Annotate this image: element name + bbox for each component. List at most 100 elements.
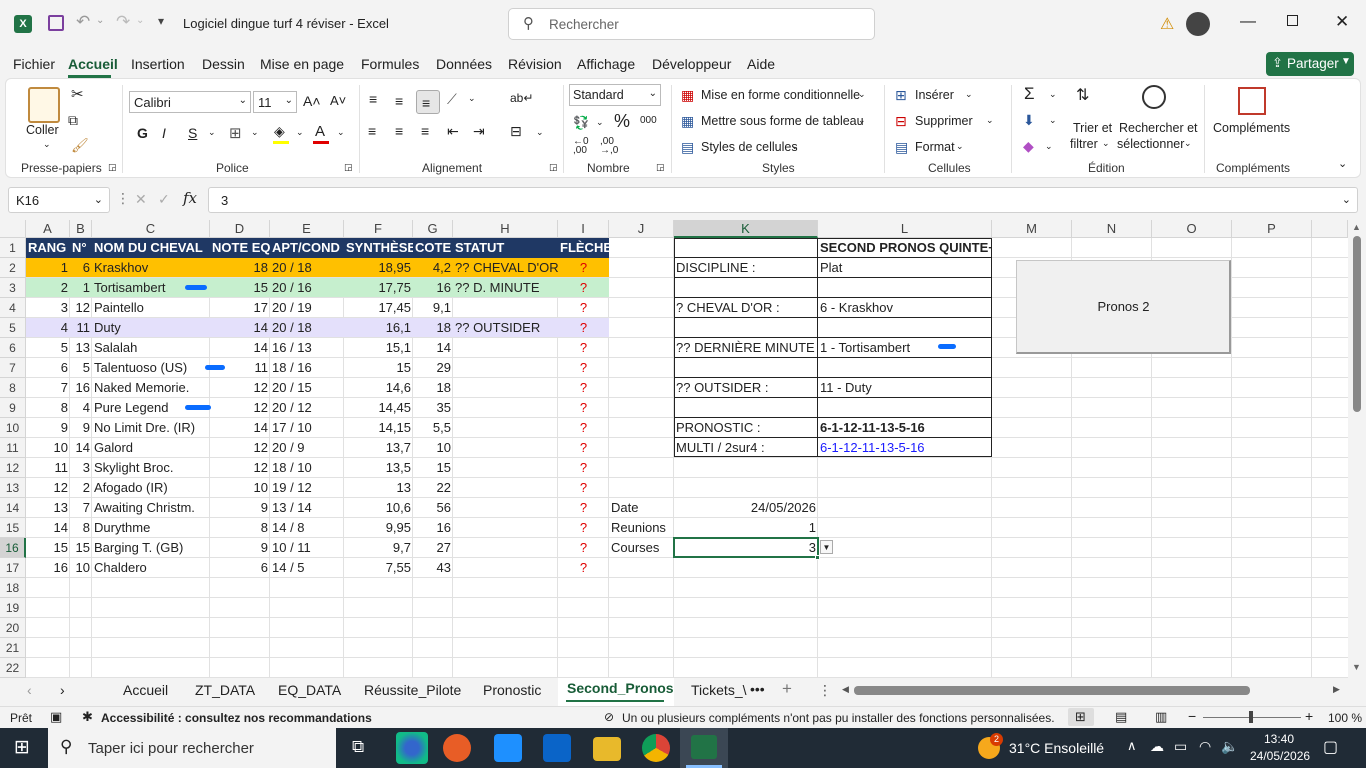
scroll-right-icon[interactable]: ▶ bbox=[1333, 684, 1340, 695]
pronos-prono-label[interactable]: PRONOSTIC : bbox=[674, 418, 818, 438]
increase-font-icon[interactable]: A˄ bbox=[303, 93, 321, 109]
chevron-down-icon[interactable]: ⌄ bbox=[596, 117, 604, 128]
row-header[interactable]: 18 bbox=[0, 578, 26, 598]
table-cell[interactable]: 20 / 12 bbox=[270, 398, 344, 418]
pronos-discipline-label[interactable]: DISCIPLINE : bbox=[674, 258, 818, 278]
table-cell[interactable]: 8 bbox=[210, 518, 270, 538]
chevron-down-icon[interactable]: ⌄ bbox=[296, 127, 304, 138]
conditional-format-icon[interactable]: ▦ bbox=[681, 87, 694, 104]
table-cell[interactable]: ? bbox=[558, 478, 609, 498]
table-cell[interactable]: ? bbox=[558, 418, 609, 438]
find-select-label-2[interactable]: sélectionner bbox=[1117, 137, 1184, 151]
table-cell[interactable]: 11 bbox=[70, 318, 92, 338]
col-header-o[interactable]: O bbox=[1152, 220, 1232, 238]
horse-name-cell[interactable]: Duty bbox=[92, 318, 210, 338]
header-cell-5[interactable]: APT/COND bbox=[270, 238, 344, 258]
windows-start-icon[interactable]: ⊞ bbox=[14, 736, 30, 759]
col-header-n[interactable]: N bbox=[1072, 220, 1152, 238]
header-cell-2[interactable]: N° bbox=[70, 238, 92, 258]
table-cell[interactable]: ? bbox=[558, 318, 609, 338]
expand-formula-icon[interactable]: ⌄ bbox=[1342, 193, 1351, 206]
col-header-d[interactable]: D bbox=[210, 220, 270, 238]
notifications-icon[interactable]: ▢ bbox=[1323, 737, 1338, 757]
table-cell[interactable]: 15 bbox=[344, 358, 413, 378]
row-header[interactable]: 6 bbox=[0, 338, 26, 358]
table-cell[interactable]: 9 bbox=[70, 418, 92, 438]
table-cell[interactable]: 13 / 14 bbox=[270, 498, 344, 518]
brave-icon[interactable] bbox=[443, 734, 471, 762]
table-cell[interactable]: ?? D. MINUTE bbox=[453, 278, 558, 298]
table-cell[interactable]: 27 bbox=[413, 538, 453, 558]
table-cell[interactable]: 10 bbox=[70, 558, 92, 578]
bold-icon[interactable]: G bbox=[137, 125, 148, 141]
chevron-down-icon[interactable]: ⌄ bbox=[1049, 89, 1057, 100]
table-cell[interactable]: 16 bbox=[413, 518, 453, 538]
row-header[interactable]: 8 bbox=[0, 378, 26, 398]
insert-cells-icon[interactable]: ⊞ bbox=[895, 87, 907, 104]
close-icon[interactable]: ✕ bbox=[1335, 12, 1349, 32]
table-cell[interactable]: 14 bbox=[26, 518, 70, 538]
sheet-tab-tickets[interactable]: Tickets_\ bbox=[691, 682, 747, 698]
battery-icon[interactable]: ▭ bbox=[1174, 738, 1187, 755]
table-cell[interactable]: ? bbox=[558, 458, 609, 478]
enter-icon[interactable]: ✓ bbox=[158, 191, 170, 208]
row-header[interactable]: 10 bbox=[0, 418, 26, 438]
delete-button[interactable]: Supprimer bbox=[915, 114, 973, 128]
table-cell[interactable]: 7 bbox=[70, 498, 92, 518]
col-header-i[interactable]: I bbox=[558, 220, 609, 238]
chevron-down-icon[interactable]: ⌄ bbox=[956, 141, 964, 152]
chevron-down-icon[interactable]: ⌄ bbox=[965, 89, 973, 100]
table-cell[interactable]: 17 / 10 bbox=[270, 418, 344, 438]
chrome-icon[interactable] bbox=[642, 734, 670, 762]
collapse-ribbon-icon[interactable]: ⌄ bbox=[1338, 157, 1347, 170]
row-header[interactable]: 5 bbox=[0, 318, 26, 338]
add-sheet-icon[interactable]: + bbox=[782, 679, 792, 699]
row-header[interactable]: 15 bbox=[0, 518, 26, 538]
table-cell[interactable]: 16 bbox=[26, 558, 70, 578]
table-cell[interactable]: 2 bbox=[26, 278, 70, 298]
format-cells-icon[interactable]: ▤ bbox=[895, 139, 908, 156]
number-format-select[interactable]: Standard ⌄ bbox=[569, 84, 661, 106]
sort-filter-label-2[interactable]: filtrer bbox=[1070, 137, 1098, 151]
header-cell-9[interactable]: FLÈCHE bbox=[558, 238, 609, 258]
header-cell-8[interactable]: STATUT bbox=[453, 238, 558, 258]
scroll-down-icon[interactable]: ▼ bbox=[1352, 662, 1361, 672]
table-cell[interactable]: ? bbox=[558, 558, 609, 578]
table-cell[interactable]: ? bbox=[558, 538, 609, 558]
chevron-down-icon[interactable]: ⌄ bbox=[208, 127, 216, 138]
avatar[interactable] bbox=[1186, 12, 1210, 36]
horse-name-cell[interactable]: Chaldero bbox=[92, 558, 210, 578]
table-cell[interactable]: 15 bbox=[210, 278, 270, 298]
col-header-p[interactable]: P bbox=[1232, 220, 1312, 238]
table-cell[interactable]: 3 bbox=[70, 458, 92, 478]
pronos-dm-value[interactable]: 1 - Tortisambert bbox=[818, 338, 992, 358]
table-cell[interactable]: 9,7 bbox=[344, 538, 413, 558]
tab-affichage[interactable]: Affichage bbox=[577, 56, 635, 72]
format-painter-icon[interactable]: 🖌 bbox=[71, 137, 89, 154]
align-top-icon[interactable]: ≡ bbox=[369, 91, 377, 107]
format-as-table-button[interactable]: Mettre sous forme de tableau bbox=[701, 114, 864, 128]
warning-icon[interactable]: ⚠ bbox=[1160, 14, 1174, 34]
table-cell[interactable]: 12 bbox=[210, 458, 270, 478]
tab-developpeur[interactable]: Développeur bbox=[652, 56, 731, 72]
clock-date[interactable]: 24/05/2026 bbox=[1250, 749, 1310, 763]
table-cell[interactable]: 6 bbox=[210, 558, 270, 578]
dialog-launcher-icon[interactable]: ◲ bbox=[656, 162, 665, 173]
wifi-icon[interactable]: ◠ bbox=[1199, 738, 1211, 755]
table-cell[interactable]: ? bbox=[558, 358, 609, 378]
table-cell[interactable]: 7,55 bbox=[344, 558, 413, 578]
fill-icon[interactable]: ⬇ bbox=[1023, 112, 1035, 129]
pronos-dm-label[interactable]: ?? DERNIÈRE MINUTE : bbox=[674, 338, 818, 358]
tab-dessin[interactable]: Dessin bbox=[202, 56, 245, 72]
table-cell[interactable] bbox=[453, 378, 558, 398]
table-cell[interactable]: 9,95 bbox=[344, 518, 413, 538]
row-header[interactable]: 4 bbox=[0, 298, 26, 318]
chevron-down-icon[interactable]: ⌄ bbox=[337, 127, 345, 138]
chevron-down-icon[interactable]: ⌄ bbox=[468, 93, 476, 104]
format-button[interactable]: Format bbox=[915, 140, 955, 154]
horse-name-cell[interactable]: Paintello bbox=[92, 298, 210, 318]
table-cell[interactable] bbox=[453, 398, 558, 418]
scroll-up-icon[interactable]: ▲ bbox=[1352, 222, 1361, 232]
cell-styles-button[interactable]: Styles de cellules bbox=[701, 140, 798, 154]
param-reunions-value[interactable]: 1 bbox=[674, 518, 818, 538]
